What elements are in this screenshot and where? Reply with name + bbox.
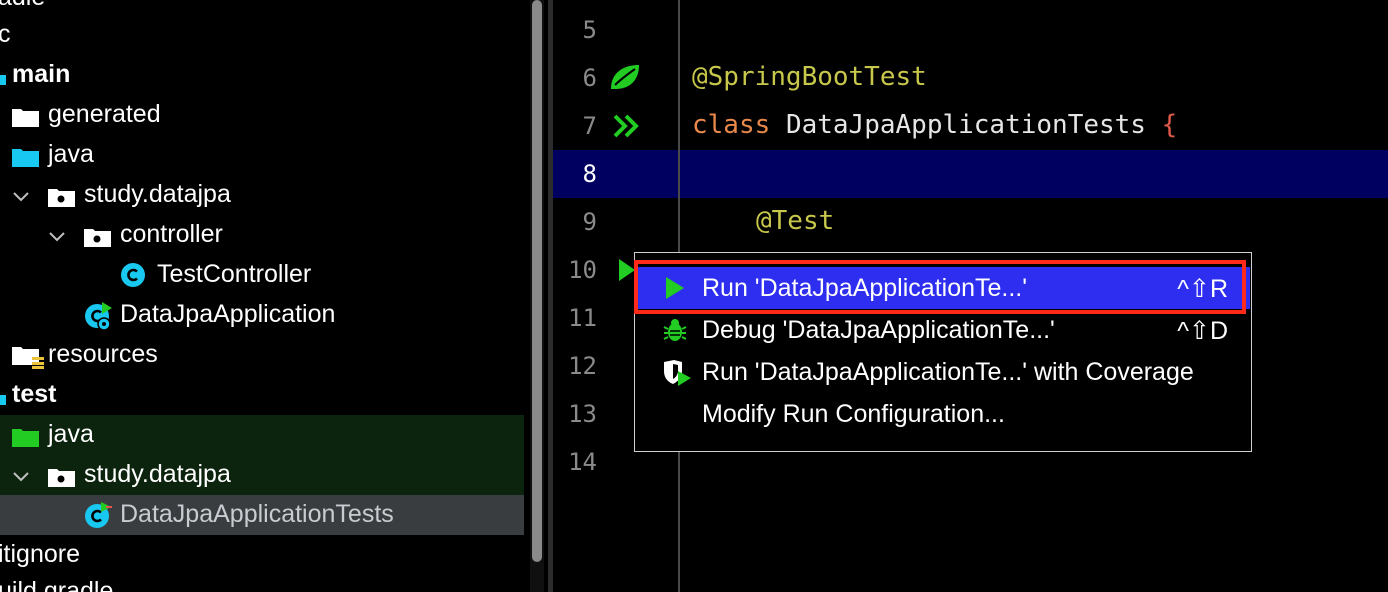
tree-item-src[interactable]: c: [0, 15, 524, 55]
class-icon: [120, 262, 146, 288]
project-tree: adle c main generated java study.datajpa: [0, 0, 530, 592]
tree-item-application[interactable]: DataJpaApplication: [0, 295, 524, 335]
menu-item-label: Modify Run Configuration...: [702, 400, 1005, 428]
package-icon: [48, 465, 75, 487]
tree-item-label: java: [48, 420, 94, 448]
chevron-down-icon[interactable]: [47, 225, 67, 245]
tree-item-label: DataJpaApplicationTests: [120, 500, 394, 528]
tree-item-resources[interactable]: resources: [0, 335, 524, 375]
test-source-folder-icon: [12, 425, 39, 447]
tree-item-java-test[interactable]: java: [0, 415, 524, 455]
tree-item-label: uild.gradle: [0, 577, 114, 592]
runnable-class-icon: [84, 302, 112, 331]
spring-bean-icon[interactable]: [608, 62, 642, 97]
debug-icon: [662, 317, 688, 343]
menu-item-label: Debug 'DataJpaApplicationTe...': [702, 316, 1055, 344]
package-icon: [84, 225, 111, 247]
tree-item-label: adle: [0, 0, 45, 12]
class-keyword: class: [692, 110, 771, 140]
line-number: 7: [582, 112, 597, 140]
line-number: 6: [582, 64, 597, 92]
resources-folder-icon: [12, 345, 44, 369]
tree-item-package-main[interactable]: study.datajpa: [0, 175, 524, 215]
tree-scrollbar[interactable]: [530, 0, 544, 592]
source-folder-icon: [0, 65, 8, 85]
tree-item-label: generated: [48, 100, 161, 128]
tree-item-java-main[interactable]: java: [0, 135, 524, 175]
highlight-box: [634, 260, 1246, 314]
class-name: DataJpaApplicationTests: [785, 110, 1146, 140]
menu-item-modify-config[interactable]: Modify Run Configuration...: [636, 393, 1250, 435]
tree-item-label: DataJpaApplication: [120, 300, 336, 328]
folder-icon: [12, 105, 39, 127]
tree-item-label: itignore: [0, 540, 80, 568]
tree-item-package-test[interactable]: study.datajpa: [0, 455, 524, 495]
tree-item-label: controller: [120, 220, 223, 248]
line-number: 9: [582, 208, 597, 236]
tree-item-gitignore[interactable]: itignore: [0, 535, 524, 575]
tree-item-label: c: [0, 20, 11, 48]
line-number: 11: [568, 304, 597, 332]
tree-item-label: java: [48, 140, 94, 168]
menu-item-label: Run 'DataJpaApplicationTe...' with Cover…: [702, 358, 1194, 386]
menu-item-shortcut: ^⇧D: [1177, 317, 1228, 345]
tree-item-controller[interactable]: controller: [0, 215, 524, 255]
line-number: 12: [568, 352, 597, 380]
menu-item-debug[interactable]: Debug 'DataJpaApplicationTe...' ^⇧D: [636, 309, 1250, 351]
package-icon: [48, 185, 75, 207]
test-class-icon: [84, 502, 112, 528]
test-folder-icon: [0, 385, 8, 405]
open-brace: {: [1161, 110, 1178, 140]
line-number-current: 8: [582, 160, 597, 188]
chevron-down-icon[interactable]: [11, 185, 31, 205]
tree-item-main[interactable]: main: [0, 55, 524, 95]
source-folder-icon: [12, 145, 39, 167]
spring-boot-test-annotation[interactable]: @SpringBootTest: [692, 62, 927, 92]
tree-item-label: test: [12, 380, 57, 408]
run-all-tests-icon[interactable]: [613, 113, 641, 144]
tree-item-build-gradle[interactable]: uild.gradle: [0, 572, 524, 592]
tree-item-test[interactable]: test: [0, 375, 524, 415]
tree-item-label: TestController: [157, 260, 312, 288]
line-number: 5: [582, 16, 597, 44]
line-number: 13: [568, 400, 597, 428]
line-number: 14: [568, 448, 597, 476]
test-annotation[interactable]: @Test: [756, 206, 834, 236]
chevron-down-icon[interactable]: [11, 465, 31, 485]
coverage-icon: [662, 359, 691, 386]
tree-item-test-controller[interactable]: TestController: [0, 255, 524, 295]
tree-item-label: study.datajpa: [84, 180, 231, 208]
menu-item-run-coverage[interactable]: Run 'DataJpaApplicationTe...' with Cover…: [636, 351, 1250, 393]
class-declaration[interactable]: class DataJpaApplicationTests {: [692, 110, 1177, 140]
tree-item-label: study.datajpa: [84, 460, 231, 488]
scrollbar-thumb[interactable]: [532, 0, 542, 562]
tree-item-generated[interactable]: generated: [0, 95, 524, 135]
tree-item-label: resources: [48, 340, 158, 368]
line-number: 10: [568, 256, 597, 284]
tree-item-application-tests[interactable]: DataJpaApplicationTests: [0, 495, 524, 535]
tree-item-label: main: [12, 60, 71, 88]
